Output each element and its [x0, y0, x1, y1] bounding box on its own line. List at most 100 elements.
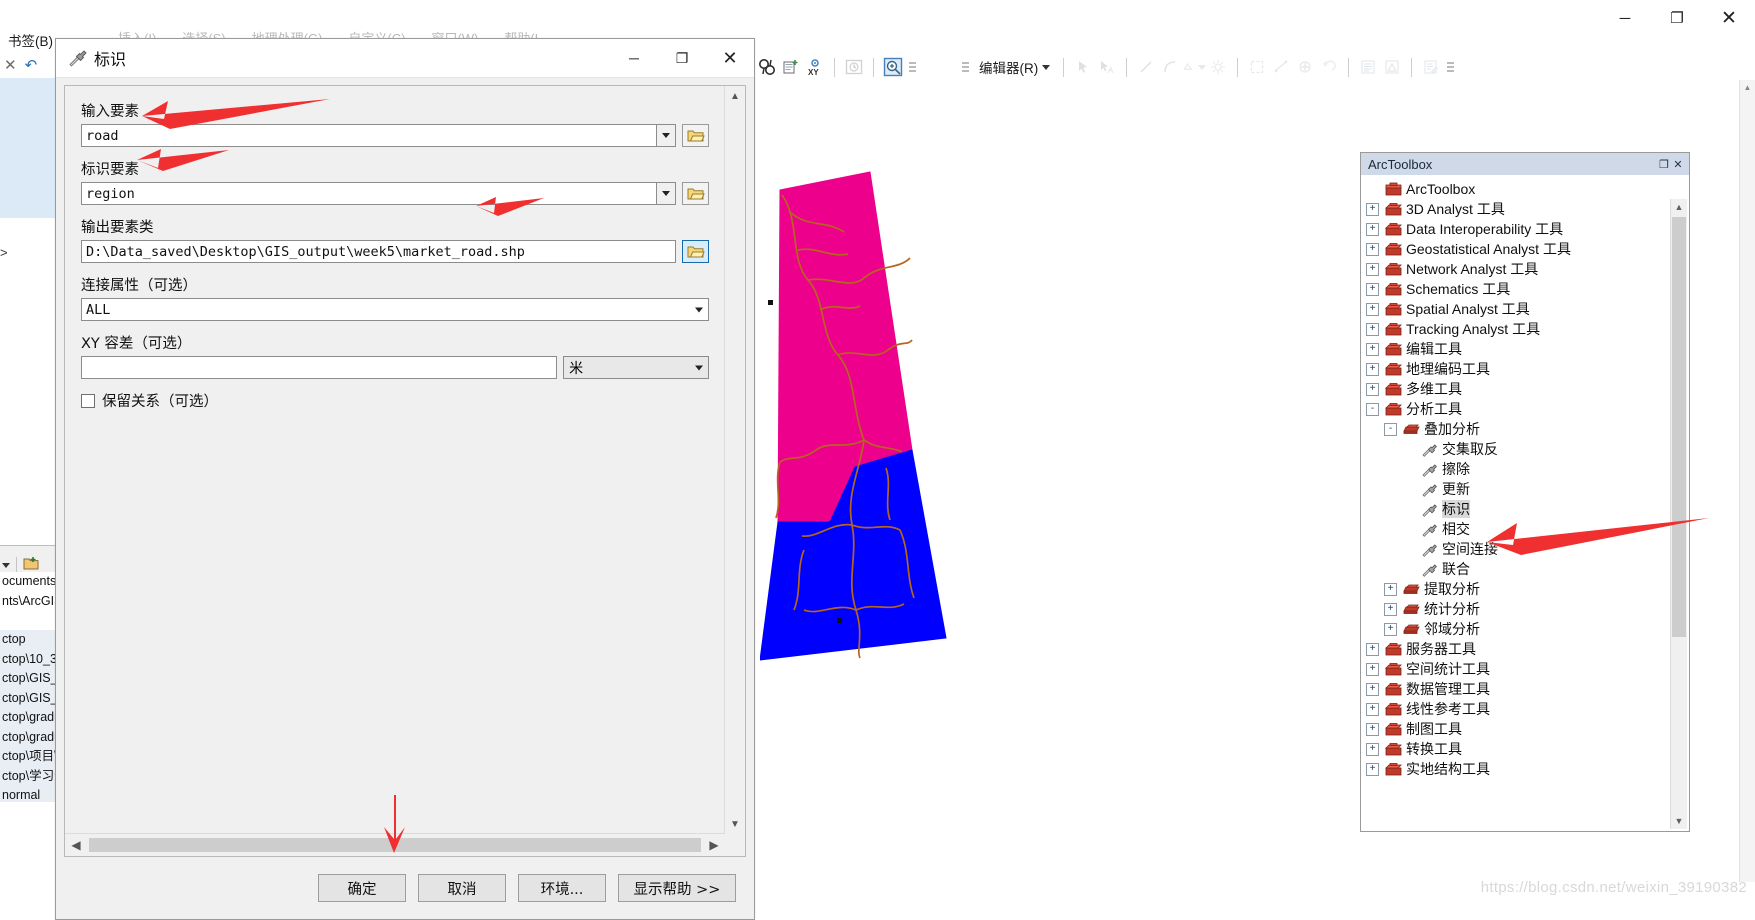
toolbox-tree-item[interactable]: - 叠加分析 [1364, 419, 1671, 439]
add-xy-layer-icon[interactable] [779, 55, 803, 79]
keep-relationships-checkbox[interactable] [81, 393, 95, 408]
catalog-entry-8[interactable]: normal [0, 786, 56, 802]
environments-button[interactable]: 环境... [518, 874, 606, 902]
dialog-vertical-scrollbar[interactable]: ▲ ▼ [724, 86, 745, 834]
identity-features-browse-button[interactable] [682, 182, 709, 205]
catalog-entry-6[interactable]: ctop\项目\1 [0, 747, 56, 767]
arc-segment-icon[interactable] [1158, 55, 1182, 79]
expand-plus-icon[interactable]: + [1366, 342, 1379, 356]
expand-plus-icon[interactable]: + [1366, 682, 1379, 696]
arctoolbox-tree[interactable]: ArcToolbox +3D Analyst 工具 + Data Interopera… [1362, 176, 1671, 830]
sketch-attributes-icon[interactable] [1419, 55, 1443, 79]
catalog-entry-2[interactable]: ctop\GIS_o [0, 669, 56, 689]
find-icon[interactable] [755, 55, 779, 79]
map-canvas[interactable] [759, 150, 1020, 670]
edit-tool-icon[interactable] [1071, 55, 1095, 79]
expand-plus-icon[interactable]: + [1366, 302, 1379, 316]
scroll-up-arrow-icon[interactable]: ▲ [1671, 199, 1687, 215]
toolbox-tree-item[interactable]: + 转换工具 [1364, 739, 1671, 759]
toolbox-tree-item[interactable]: + 线性参考工具 [1364, 699, 1671, 719]
dialog-horizontal-scrollbar[interactable]: ◀ ▶ [65, 833, 725, 856]
toolbox-tree-item[interactable]: 标识 [1364, 499, 1671, 519]
toolbox-tree-item[interactable]: + 提取分析 [1364, 579, 1671, 599]
input-features-combobox[interactable]: road [81, 124, 657, 147]
expand-plus-icon[interactable]: + [1366, 262, 1379, 276]
toolbox-tree-item[interactable]: + 服务器工具 [1364, 639, 1671, 659]
arctoolbox-vertical-scrollbar[interactable]: ▲ ▼ [1670, 199, 1687, 829]
toolbox-tree-item[interactable]: + 地理编码工具 [1364, 359, 1671, 379]
catalog-tree-list[interactable]: ocuments\Ar nts\ArcGIS ctop ctop\10_3 ct… [0, 572, 56, 802]
undo-edit-icon[interactable] [1317, 55, 1341, 79]
expand-plus-icon[interactable]: + [1366, 322, 1379, 336]
expand-plus-icon[interactable]: + [1366, 762, 1379, 776]
join-attributes-select[interactable]: ALL [81, 298, 709, 321]
expand-plus-icon[interactable]: + [1366, 702, 1379, 716]
scrollbar-thumb[interactable] [1672, 217, 1686, 637]
straight-segment-icon[interactable] [1134, 55, 1158, 79]
chevron-down-icon[interactable] [2, 562, 10, 568]
toolbox-tree-item[interactable]: 相交 [1364, 519, 1671, 539]
toolbox-tree-item[interactable]: 空间连接 [1364, 539, 1671, 559]
toolbox-tree-item[interactable]: + 邻域分析 [1364, 619, 1671, 639]
collapse-minus-icon[interactable]: - [1366, 402, 1379, 416]
identity-features-dropdown-arrow[interactable] [657, 182, 676, 205]
collapse-minus-icon[interactable]: - [1384, 422, 1397, 436]
toolbox-tree-item[interactable]: + Tracking Analyst 工具 [1364, 319, 1671, 339]
scroll-up-arrow-icon[interactable]: ▲ [725, 86, 745, 106]
toolbox-tree-item[interactable]: + 数据管理工具 [1364, 679, 1671, 699]
cancel-button[interactable]: 取消 [418, 874, 506, 902]
arctoolbox-close-button[interactable]: ✕ [1671, 157, 1685, 171]
expand-plus-icon[interactable]: + [1366, 222, 1379, 236]
expand-plus-icon[interactable]: + [1384, 602, 1397, 616]
catalog-entry-4[interactable]: ctop\gradu [0, 708, 56, 728]
toolbox-tree-item[interactable]: + 制图工具 [1364, 719, 1671, 739]
time-slider-icon[interactable] [842, 55, 866, 79]
expand-plus-icon[interactable]: + [1366, 642, 1379, 656]
scroll-right-arrow-icon[interactable]: ▶ [703, 834, 725, 856]
catalog-entry-3[interactable]: ctop\GIS_o [0, 688, 56, 708]
toolbox-tree-item[interactable]: + Spatial Analyst 工具 [1364, 299, 1671, 319]
input-features-dropdown-arrow[interactable] [657, 124, 676, 147]
toolbox-tree-item[interactable]: 擦除 [1364, 459, 1671, 479]
dialog-title-bar[interactable]: 标识 ─ ❐ ✕ [56, 39, 754, 78]
dialog-maximize-button[interactable]: ❐ [658, 39, 706, 77]
expand-plus-icon[interactable]: + [1366, 282, 1379, 296]
undo-icon[interactable]: ↶ [25, 56, 38, 74]
toolbox-tree-item[interactable]: + 编辑工具 [1364, 339, 1671, 359]
attributes-icon[interactable] [1356, 55, 1380, 79]
delete-icon[interactable]: ✕ [4, 56, 17, 74]
arctoolbox-restore-button[interactable]: ❐ [1657, 157, 1671, 171]
rotate-icon[interactable] [1293, 55, 1317, 79]
go-to-xy-icon[interactable]: XY [803, 55, 827, 79]
xy-tolerance-unit-select[interactable]: 米 [563, 356, 709, 379]
expand-plus-icon[interactable]: + [1384, 582, 1397, 596]
split-icon[interactable] [1269, 55, 1293, 79]
catalog-entry-0[interactable]: ctop [0, 630, 56, 650]
close-window-button[interactable]: ✕ [1703, 0, 1755, 36]
maximize-window-button[interactable]: ❐ [1651, 0, 1703, 36]
catalog-path-0[interactable]: ocuments\Ar [0, 572, 56, 592]
toolbox-tree-item[interactable]: 交集取反 [1364, 439, 1671, 459]
edit-annotation-icon[interactable]: A [1095, 55, 1119, 79]
editor-menu-button[interactable]: 编辑器(R) [973, 57, 1056, 77]
catalog-entry-1[interactable]: ctop\10_3 [0, 649, 56, 669]
catalog-entry-5[interactable]: ctop\gradu [0, 727, 56, 747]
menu-item-bookmarks[interactable]: 书签(B) [8, 30, 53, 50]
output-feature-class-browse-button[interactable] [682, 240, 709, 263]
dialog-minimize-button[interactable]: ─ [610, 39, 658, 77]
horizontal-scrollbar-thumb[interactable] [89, 838, 701, 852]
trace-icon[interactable] [1182, 55, 1207, 79]
show-help-button[interactable]: 显示帮助 >> [618, 874, 736, 902]
identity-features-combobox[interactable]: region [81, 182, 657, 205]
editor-toolbar-handle[interactable] [962, 57, 969, 77]
toolbox-tree-item[interactable]: + 统计分析 [1364, 599, 1671, 619]
expand-plus-icon[interactable]: + [1366, 722, 1379, 736]
sketch-properties-icon[interactable] [1206, 55, 1230, 79]
toolbox-tree-item[interactable]: + 实地结构工具 [1364, 759, 1671, 779]
toolbar-overflow-handle[interactable] [909, 57, 916, 77]
toolbox-tree-item[interactable]: + 空间统计工具 [1364, 659, 1671, 679]
expand-plus-icon[interactable]: + [1366, 202, 1379, 216]
input-features-browse-button[interactable] [682, 124, 709, 147]
toolbox-tree-item[interactable]: ArcToolbox [1364, 179, 1671, 199]
expand-plus-icon[interactable]: + [1366, 382, 1379, 396]
